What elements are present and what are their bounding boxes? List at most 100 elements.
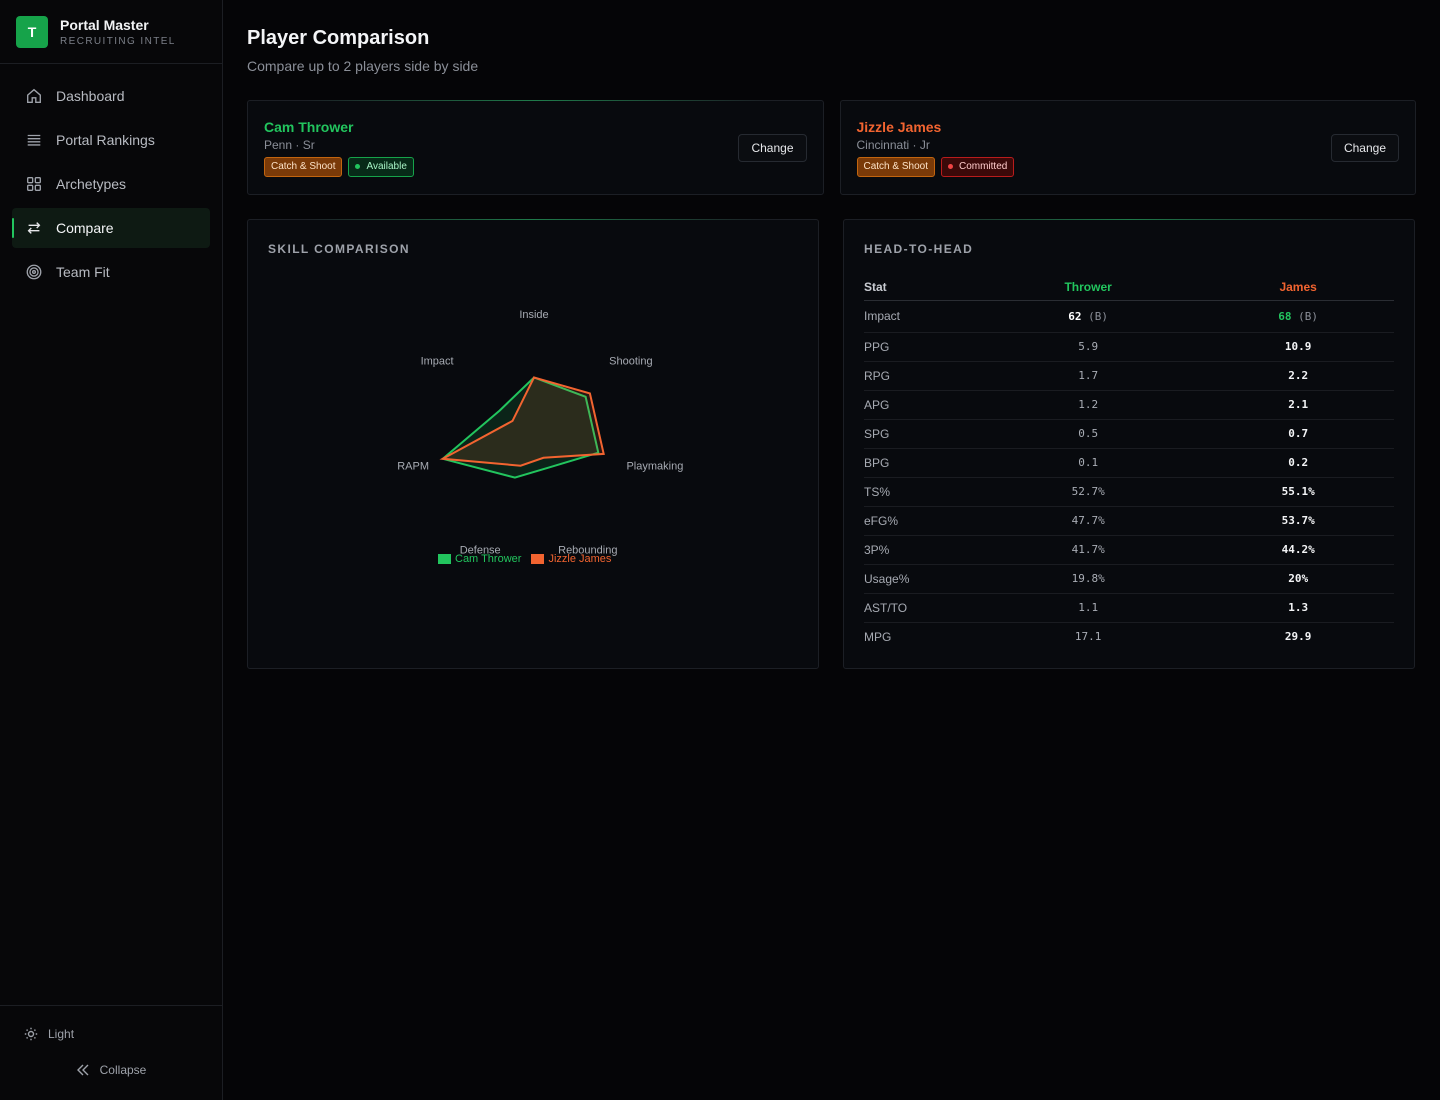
sun-icon	[24, 1027, 38, 1041]
table-row: 3P% 41.7% 44.2%	[864, 535, 1394, 565]
james-value: 0.2	[1202, 448, 1394, 478]
james-value: 53.7%	[1202, 506, 1394, 536]
status-label: Committed	[958, 161, 1008, 172]
impact-grade: (B)	[1298, 309, 1319, 323]
head-to-head-table: Stat Thrower James Impact 62 (B) 68 (B) …	[864, 278, 1394, 651]
legend-label: Jizzle James	[548, 553, 612, 565]
stat-label: MPG	[864, 629, 892, 644]
table-row: RPG 1.7 2.2	[864, 361, 1394, 391]
brand-logo: T	[16, 15, 48, 48]
sidebar-nav: Dashboard Portal Rankings Archetypes Com…	[0, 64, 222, 308]
legend-item-jizzle-james[interactable]: Jizzle James	[531, 553, 611, 565]
sidebar-item-archetypes[interactable]: Archetypes	[12, 164, 210, 204]
james-impact: 68 (B)	[1202, 300, 1394, 333]
stat-label: SPG	[864, 419, 974, 449]
player-meta: Penn · Sr	[264, 137, 315, 152]
stat-label: Impact	[864, 300, 974, 333]
james-value: 29.9	[1284, 630, 1312, 644]
table-row: AST/TO 1.1 1.3	[864, 593, 1394, 623]
stat-label: BPG	[864, 448, 974, 478]
page-title: Player Comparison	[247, 27, 430, 49]
collapse-label: Collapse	[99, 1063, 147, 1077]
table-row: BPG 0.1 0.2	[864, 448, 1394, 478]
theme-toggle-label: Light	[48, 1027, 75, 1041]
thrower-value: 17.1	[1074, 630, 1102, 644]
table-row: MPG 17.1 29.9	[864, 622, 1394, 651]
thrower-value: 5.9	[974, 332, 1203, 362]
legend-swatch	[531, 554, 545, 564]
player-cards: Cam Thrower Penn · Sr Catch & Shoot Avai…	[247, 100, 1416, 195]
player-card-2: Jizzle James Cincinnati · Jr Catch & Sho…	[839, 100, 1416, 195]
sidebar-item-team-fit[interactable]: Team Fit	[12, 252, 210, 292]
main-content: Player Comparison Compare up to 2 player…	[223, 0, 1440, 1100]
player-card-1: Cam Thrower Penn · Sr Catch & Shoot Avai…	[247, 100, 824, 195]
sidebar-item-label: Archetypes	[56, 176, 127, 192]
thrower-value: 1.1	[974, 593, 1203, 623]
page-subtitle: Compare up to 2 players side by side	[247, 58, 479, 74]
james-value: 44.2%	[1202, 535, 1394, 565]
axis-label: Shooting	[609, 356, 652, 368]
theme-toggle[interactable]: Light	[0, 1022, 222, 1046]
player-name: Cam Thrower	[264, 118, 354, 135]
thrower-value: 52.7%	[974, 477, 1203, 507]
status-badge: Available	[348, 156, 414, 177]
sidebar-footer: Light Collapse	[0, 1005, 222, 1100]
thrower-value: 19.8%	[974, 564, 1203, 594]
sidebar-item-dashboard[interactable]: Dashboard	[12, 76, 210, 116]
sidebar-item-label: Portal Rankings	[56, 132, 155, 148]
column-header-thrower: Thrower	[974, 278, 1203, 301]
james-value: 55.1%	[1202, 477, 1394, 507]
radar-chart: InsideShootingPlaymakingReboundingDefens…	[397, 309, 683, 557]
impact-value: 62	[1068, 309, 1082, 323]
player-name: Jizzle James	[856, 118, 942, 135]
sidebar-item-compare[interactable]: Compare	[12, 208, 210, 248]
chevrons-left-icon	[76, 1064, 89, 1076]
archetype-badge: Catch & Shoot	[264, 156, 343, 177]
legend-swatch	[438, 554, 451, 564]
brand-text: Portal Master RECRUITING INTEL	[60, 17, 176, 47]
table-body: Impact 62 (B) 68 (B) PPG 5.9 10.9 RPG 1.7 2.2…	[864, 300, 1394, 651]
player-badges: Catch & Shoot Committed	[856, 156, 1015, 177]
head-to-head-panel: HEAD-TO-HEAD Stat Thrower James Impact 6…	[843, 219, 1415, 669]
grid-icon	[24, 174, 44, 194]
player-badges: Catch & Shoot Available	[264, 156, 414, 177]
james-value: 2.1	[1202, 390, 1394, 420]
status-badge: Committed	[940, 156, 1015, 177]
axis-label: Playmaking	[626, 461, 683, 473]
table-header-row: Stat Thrower James	[864, 278, 1394, 301]
brand[interactable]: T Portal Master RECRUITING INTEL	[0, 0, 222, 64]
panel-title: HEAD-TO-HEAD	[864, 242, 974, 256]
collapse-button[interactable]: Collapse	[0, 1058, 222, 1082]
james-value: 10.9	[1202, 332, 1394, 362]
thrower-impact: 62 (B)	[974, 300, 1203, 333]
stat-label: PPG	[864, 332, 974, 362]
james-value: 0.7	[1202, 419, 1394, 449]
swap-arrows-icon	[24, 218, 44, 238]
stat-label: eFG%	[864, 506, 974, 536]
player-meta: Cincinnati · Jr	[856, 137, 930, 152]
brand-name: Portal Master	[60, 16, 149, 33]
thrower-value: 0.5	[974, 419, 1203, 449]
column-header-james: James	[1202, 278, 1394, 301]
sidebar-item-label: Team Fit	[56, 264, 110, 280]
james-value: 1.3	[1202, 593, 1394, 623]
change-player-button[interactable]: Change	[738, 133, 807, 162]
thrower-value: 41.7%	[974, 535, 1203, 565]
status-dot-icon	[355, 164, 361, 169]
chart-legend: Cam Thrower Jizzle James	[438, 553, 611, 565]
target-icon	[24, 262, 44, 282]
sidebar-item-label: Compare	[56, 220, 114, 236]
stat-label: RPG	[864, 361, 974, 391]
status-label: Available	[366, 161, 407, 172]
brand-subtitle: RECRUITING INTEL	[60, 35, 176, 47]
stat-label: AST/TO	[864, 593, 974, 623]
axis-label: RAPM	[397, 461, 429, 473]
table-row: PPG 5.9 10.9	[864, 332, 1394, 362]
table-row-impact: Impact 62 (B) 68 (B)	[864, 300, 1394, 333]
status-dot-icon	[947, 164, 953, 169]
legend-item-cam-thrower[interactable]: Cam Thrower	[438, 553, 521, 565]
sidebar-item-portal-rankings[interactable]: Portal Rankings	[12, 120, 210, 160]
stat-label: Usage%	[864, 564, 974, 594]
change-player-button[interactable]: Change	[1330, 133, 1399, 162]
impact-value: 68	[1278, 309, 1292, 323]
